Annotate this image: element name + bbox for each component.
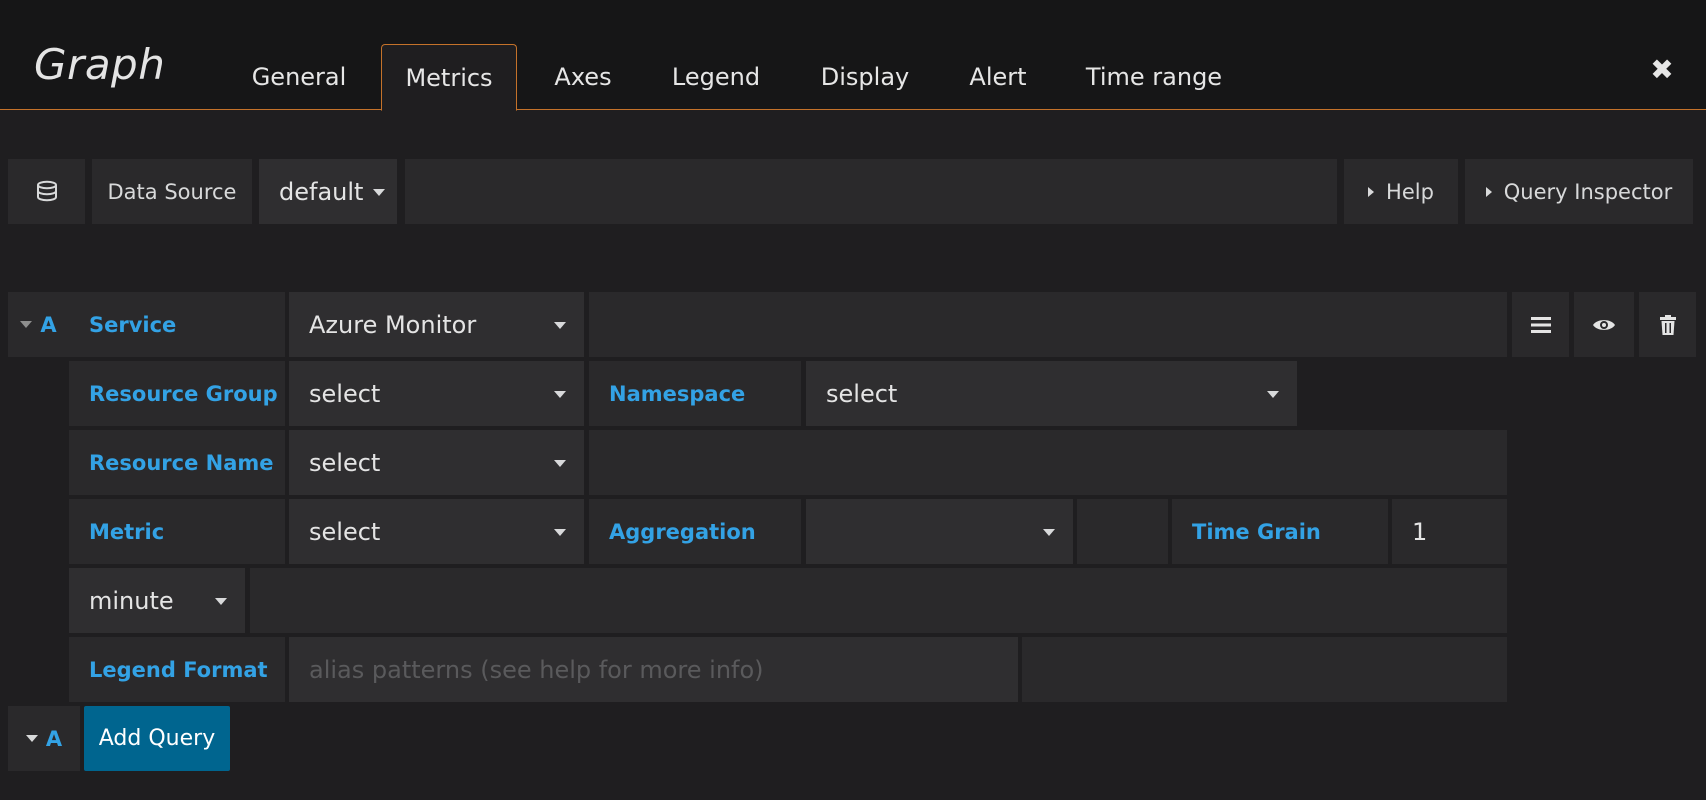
collapse-icon	[20, 321, 33, 328]
metric-value: select	[309, 517, 381, 546]
query-menu-button[interactable]	[1512, 292, 1569, 357]
resource-group-value: select	[309, 379, 381, 408]
metric-label: Metric	[69, 499, 285, 564]
query-inspector-button[interactable]: Query Inspector	[1465, 159, 1693, 224]
chevron-down-icon	[373, 188, 385, 196]
tab-general[interactable]: General	[234, 44, 364, 110]
resource-group-select[interactable]: select	[289, 361, 584, 426]
tab-display[interactable]: Display	[808, 44, 922, 110]
resource-name-value: select	[309, 448, 381, 477]
namespace-label: Namespace	[589, 361, 801, 426]
resource-name-label: Resource Name	[69, 430, 285, 495]
service-label: Service	[69, 292, 285, 357]
time-grain-value: 1	[1412, 517, 1428, 546]
panel-title: Graph	[34, 40, 166, 89]
resource-name-select[interactable]: select	[289, 430, 584, 495]
toggle-visibility-button[interactable]	[1574, 292, 1634, 357]
time-grain-unit-value: minute	[89, 586, 174, 615]
aggregation-label: Aggregation	[589, 499, 801, 564]
time-grain-unit-select[interactable]: minute	[69, 568, 245, 633]
hamburger-icon	[1530, 316, 1551, 333]
chevron-down-icon	[1267, 390, 1279, 398]
chevron-down-icon	[215, 597, 227, 605]
data-source-select[interactable]: default	[259, 159, 397, 224]
resource-group-label-text: Resource Group	[89, 381, 278, 406]
collapse-icon	[25, 735, 38, 742]
database-icon-box	[8, 159, 85, 224]
resource-group-label: Resource Group	[69, 361, 285, 426]
query-ref-id: A	[40, 312, 57, 337]
tab-legend[interactable]: Legend	[660, 44, 772, 110]
service-select[interactable]: Azure Monitor	[289, 292, 584, 357]
tab-metrics[interactable]: Metrics	[381, 44, 517, 111]
resource-name-filler	[589, 430, 1507, 495]
chevron-down-icon	[554, 528, 566, 536]
aggregation-select[interactable]	[806, 499, 1073, 564]
chevron-down-icon	[554, 390, 566, 398]
close-icon[interactable]: ✖	[1648, 56, 1676, 84]
database-icon	[36, 180, 57, 201]
tab-alert[interactable]: Alert	[960, 44, 1036, 110]
caret-right-icon	[1485, 186, 1492, 197]
data-source-value: default	[279, 177, 364, 206]
namespace-value: select	[826, 379, 898, 408]
legend-format-field[interactable]	[289, 637, 1018, 702]
time-grain-unit-filler	[250, 568, 1507, 633]
data-source-label: Data Source	[92, 159, 252, 224]
trash-icon	[1659, 314, 1676, 335]
tab-time-range[interactable]: Time range	[1080, 44, 1228, 110]
resource-name-label-text: Resource Name	[89, 450, 274, 475]
metric-select[interactable]: select	[289, 499, 584, 564]
eye-icon	[1593, 319, 1615, 330]
help-label: Help	[1386, 179, 1434, 204]
help-button[interactable]: Help	[1344, 159, 1458, 224]
chevron-down-icon	[1043, 528, 1055, 536]
caret-right-icon	[1368, 186, 1375, 197]
legend-format-label: Legend Format	[69, 637, 285, 702]
footer-ref-id: A	[45, 726, 63, 751]
new-query-ref[interactable]: A	[8, 706, 80, 771]
service-label-text: Service	[89, 312, 177, 337]
query-collapse-toggle[interactable]: A	[8, 292, 69, 357]
panel-editor-header: Graph General Metrics Axes Legend Displa…	[0, 0, 1706, 111]
query-inspector-label: Query Inspector	[1503, 179, 1673, 204]
metric-label-text: Metric	[89, 519, 165, 544]
delete-query-button[interactable]	[1639, 292, 1696, 357]
time-grain-input[interactable]: 1	[1392, 499, 1507, 564]
chevron-down-icon	[554, 459, 566, 467]
namespace-select[interactable]: select	[806, 361, 1297, 426]
tab-axes[interactable]: Axes	[540, 44, 626, 110]
service-row-filler	[589, 292, 1507, 357]
legend-format-input[interactable]	[289, 637, 1018, 702]
data-source-filler	[405, 159, 1337, 224]
chevron-down-icon	[554, 321, 566, 329]
aggregation-spacer	[1077, 499, 1168, 564]
aggregation-label-text: Aggregation	[609, 519, 756, 544]
legend-format-label-text: Legend Format	[89, 657, 268, 682]
namespace-label-text: Namespace	[609, 381, 746, 406]
legend-format-filler	[1022, 637, 1507, 702]
time-grain-label: Time Grain	[1172, 499, 1388, 564]
time-grain-label-text: Time Grain	[1192, 519, 1321, 544]
service-value: Azure Monitor	[309, 310, 477, 339]
add-query-button[interactable]: Add Query	[84, 706, 230, 771]
